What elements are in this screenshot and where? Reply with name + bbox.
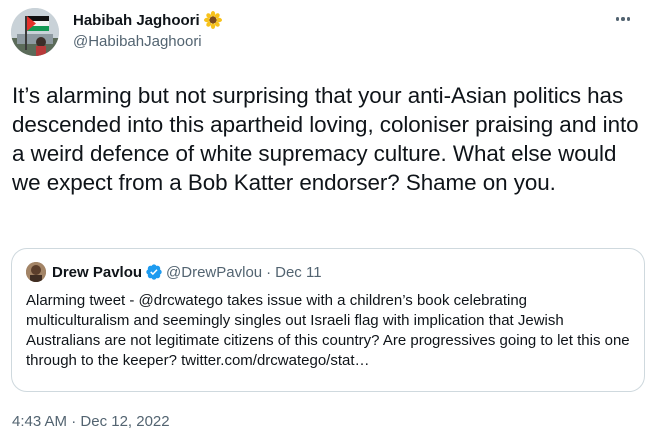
tweet-timestamp[interactable]: 4:43 AM · Dec 12, 2022 xyxy=(12,413,170,430)
quoted-author-handle: @DrewPavlou xyxy=(166,263,263,281)
quoted-tweet-card[interactable]: Drew Pavlou @DrewPavlou · Dec 11 Alarmin… xyxy=(11,248,645,392)
author-names: Habibah Jaghoori @HabibahJaghoori xyxy=(73,11,222,50)
more-options-button[interactable] xyxy=(609,8,637,30)
timestamp-separator: · xyxy=(71,413,77,430)
more-horizontal-icon xyxy=(615,17,620,21)
tweet-header: Habibah Jaghoori @HabibahJaghoori xyxy=(11,8,645,60)
verified-badge-icon xyxy=(145,263,163,281)
quoted-author-display-name: Drew Pavlou xyxy=(52,263,143,281)
author-display-name[interactable]: Habibah Jaghoori xyxy=(73,12,200,29)
author-avatar[interactable] xyxy=(11,8,59,56)
quoted-tweet-text: Alarming tweet - @drcwatego takes issue … xyxy=(26,292,630,369)
sunflower-icon xyxy=(203,11,222,29)
display-name-row: Habibah Jaghoori xyxy=(73,11,222,29)
quoted-meta-separator: · xyxy=(266,263,272,281)
timestamp-time[interactable]: 4:43 AM xyxy=(12,413,67,430)
tweet-text: It’s alarming but not surprising that yo… xyxy=(12,83,639,195)
quoted-author-avatar xyxy=(26,262,46,282)
quoted-tweet-header: Drew Pavlou @DrewPavlou · Dec 11 xyxy=(26,262,322,282)
author-handle[interactable]: @HabibahJaghoori xyxy=(73,33,222,50)
timestamp-date[interactable]: Dec 12, 2022 xyxy=(80,413,169,430)
more-horizontal-icon-dot xyxy=(626,17,631,21)
quoted-tweet-date: Dec 11 xyxy=(275,263,322,281)
more-horizontal-icon-dot xyxy=(621,17,625,21)
